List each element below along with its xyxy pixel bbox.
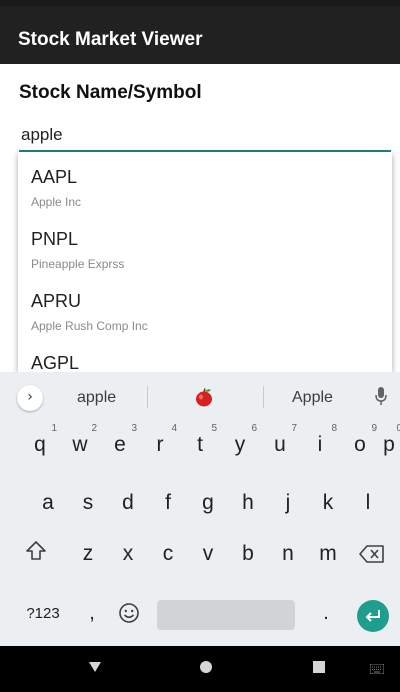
key-l[interactable]: l	[348, 478, 388, 528]
key-q[interactable]: q1	[20, 420, 60, 470]
key-g[interactable]: g	[188, 478, 228, 528]
key-o[interactable]: o9	[340, 420, 380, 470]
key-p[interactable]: p0	[378, 420, 400, 470]
suggestion-symbol: AAPL	[31, 167, 78, 187]
smiley-face-icon	[119, 603, 139, 623]
backspace-key[interactable]	[358, 544, 386, 566]
microphone-icon[interactable]	[375, 386, 387, 406]
navigation-bar	[0, 646, 400, 692]
numbers-symbols-key[interactable]: ?123	[18, 600, 68, 628]
key-m[interactable]: m	[308, 529, 348, 579]
back-triangle-icon[interactable]	[88, 661, 102, 673]
key-i[interactable]: i8	[300, 420, 340, 470]
space-bar[interactable]	[157, 600, 295, 630]
keyboard-switcher-icon[interactable]	[370, 664, 384, 674]
key-d[interactable]: d	[108, 478, 148, 528]
home-circle-icon[interactable]	[199, 660, 213, 674]
suggestion-item[interactable]: PNPL Pineapple Exprss	[18, 214, 392, 276]
key-f[interactable]: f	[148, 478, 188, 528]
comma-key[interactable]: ,	[82, 598, 102, 628]
key-t[interactable]: t5	[180, 420, 220, 470]
recents-square-icon[interactable]	[313, 661, 325, 673]
red-apple-emoji-icon[interactable]	[195, 388, 213, 407]
key-r[interactable]: r4	[140, 420, 180, 470]
key-a[interactable]: a	[28, 478, 68, 528]
key-v[interactable]: v	[188, 529, 228, 579]
suggestion-company-name: Apple Rush Comp Inc	[31, 319, 148, 333]
shift-arrow-icon	[26, 541, 46, 560]
key-n[interactable]: n	[268, 529, 308, 579]
stock-search-input[interactable]	[19, 122, 391, 152]
app-title: Stock Market Viewer	[18, 29, 203, 50]
suggestion-word-left[interactable]: apple	[77, 388, 116, 408]
expand-suggestions-button[interactable]: ›	[17, 385, 43, 411]
key-k[interactable]: k	[308, 478, 348, 528]
shift-key[interactable]	[24, 540, 48, 568]
keyboard-suggestion-strip: › apple Apple	[0, 372, 400, 420]
key-e[interactable]: e3	[100, 420, 140, 470]
key-c[interactable]: c	[148, 529, 188, 579]
app-bar: Stock Market Viewer	[0, 6, 400, 64]
suggestion-symbol: APRU	[31, 291, 82, 311]
enter-key[interactable]	[357, 600, 389, 632]
period-key[interactable]: .	[318, 598, 334, 628]
key-u[interactable]: u7	[260, 420, 300, 470]
suggestion-dropdown: AAPL Apple Inc PNPL Pineapple Exprss APR…	[18, 152, 392, 372]
key-j[interactable]: j	[268, 478, 308, 528]
soft-keyboard: › apple Apple q1 w2 e3 r4 t5 y6 u7 i8 o9…	[0, 372, 400, 646]
stock-name-label: Stock Name/Symbol	[19, 82, 202, 103]
strip-divider	[147, 386, 148, 408]
key-y[interactable]: y6	[220, 420, 260, 470]
suggestion-item[interactable]: AAPL Apple Inc	[18, 152, 392, 214]
key-b[interactable]: b	[228, 529, 268, 579]
suggestion-symbol: PNPL	[31, 229, 79, 249]
key-h[interactable]: h	[228, 478, 268, 528]
suggestion-item[interactable]: AGPL	[18, 338, 392, 372]
suggestion-symbol: AGPL	[31, 353, 80, 372]
chevron-right-icon: ›	[27, 389, 33, 405]
strip-divider	[263, 386, 264, 408]
suggestion-item[interactable]: APRU Apple Rush Comp Inc	[18, 276, 392, 338]
enter-arrow-icon	[366, 610, 380, 622]
backspace-icon	[359, 545, 384, 563]
suggestion-company-name: Apple Inc	[31, 195, 82, 209]
suggestion-word-right[interactable]: Apple	[292, 388, 333, 408]
key-w[interactable]: w2	[60, 420, 100, 470]
suggestion-company-name: Pineapple Exprss	[31, 257, 125, 271]
key-x[interactable]: x	[108, 529, 148, 579]
key-s[interactable]: s	[68, 478, 108, 528]
emoji-key[interactable]	[117, 602, 141, 626]
key-z[interactable]: z	[68, 529, 108, 579]
